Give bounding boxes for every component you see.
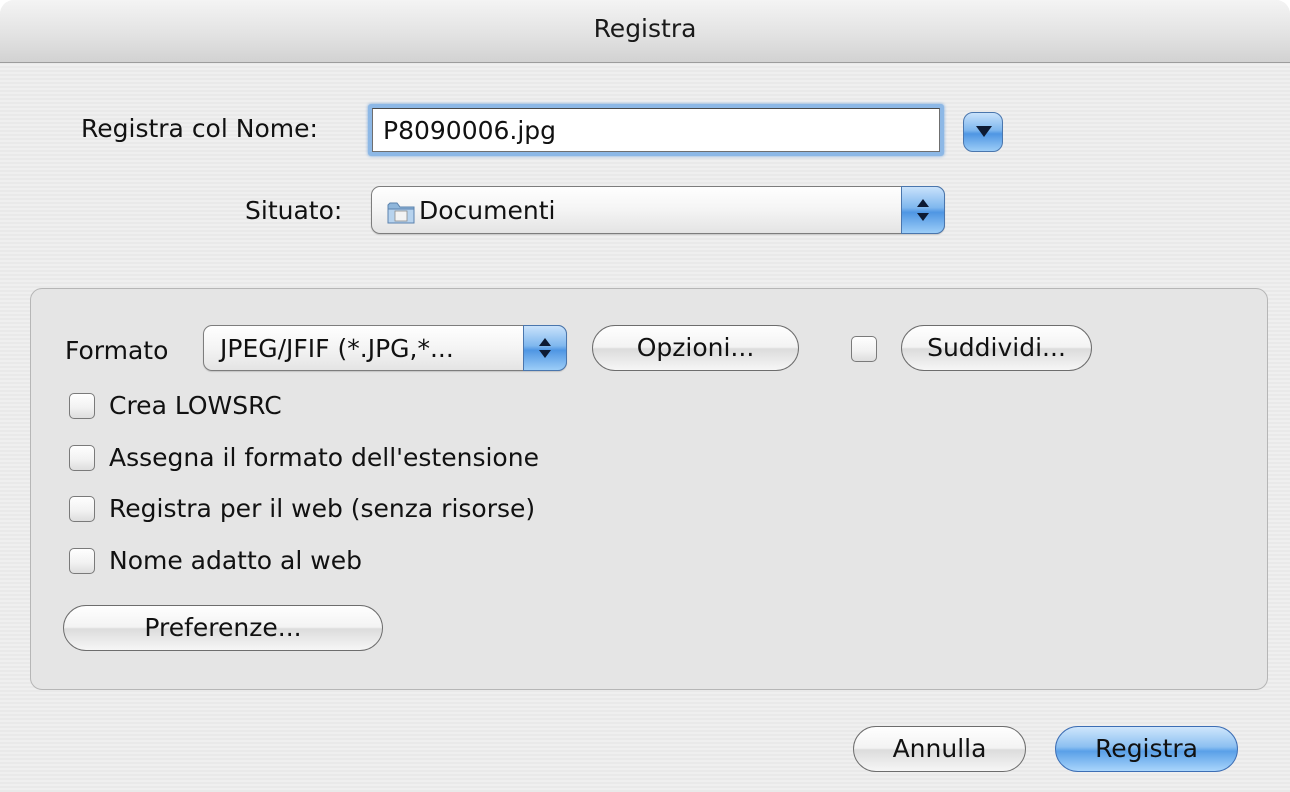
save-dialog: Registra Registra col Nome: Situato: Doc… xyxy=(0,0,1290,792)
popup-arrows-icon xyxy=(901,186,945,234)
location-popup[interactable]: Documenti xyxy=(371,186,945,234)
title-bar[interactable]: Registra xyxy=(0,0,1290,63)
create-lowsrc-checkbox[interactable] xyxy=(69,393,95,419)
preferences-button[interactable]: Preferenze... xyxy=(63,605,383,651)
file-name-field[interactable] xyxy=(368,104,944,156)
save-as-label: Registra col Nome: xyxy=(81,114,318,143)
cancel-button[interactable]: Annulla xyxy=(853,726,1026,772)
save-button[interactable]: Registra xyxy=(1055,726,1238,772)
format-popup-value: JPEG/JFIF (*.JPG,*... xyxy=(220,333,454,363)
format-label: Formato xyxy=(65,336,169,365)
web-safe-name-checkbox[interactable] xyxy=(69,548,95,574)
split-button[interactable]: Suddividi... xyxy=(901,325,1092,371)
create-lowsrc-label[interactable]: Crea LOWSRC xyxy=(109,391,282,420)
split-checkbox[interactable] xyxy=(851,336,877,362)
window-title: Registra xyxy=(593,14,697,43)
expand-dialog-button[interactable] xyxy=(963,112,1003,152)
save-for-web-label[interactable]: Registra per il web (senza risorse) xyxy=(109,494,535,523)
file-name-input[interactable] xyxy=(372,108,940,152)
assign-extension-format-checkbox[interactable] xyxy=(69,445,95,471)
format-popup[interactable]: JPEG/JFIF (*.JPG,*... xyxy=(203,325,567,371)
folder-icon xyxy=(387,202,415,224)
assign-extension-format-label[interactable]: Assegna il formato dell'estensione xyxy=(109,443,539,472)
disclosure-triangle-icon xyxy=(976,126,992,137)
web-safe-name-label[interactable]: Nome adatto al web xyxy=(109,546,362,575)
popup-arrows-icon xyxy=(523,325,567,371)
location-label: Situato: xyxy=(245,196,343,225)
location-popup-value: Documenti xyxy=(419,195,556,225)
options-button[interactable]: Opzioni... xyxy=(592,325,799,371)
save-for-web-checkbox[interactable] xyxy=(69,496,95,522)
